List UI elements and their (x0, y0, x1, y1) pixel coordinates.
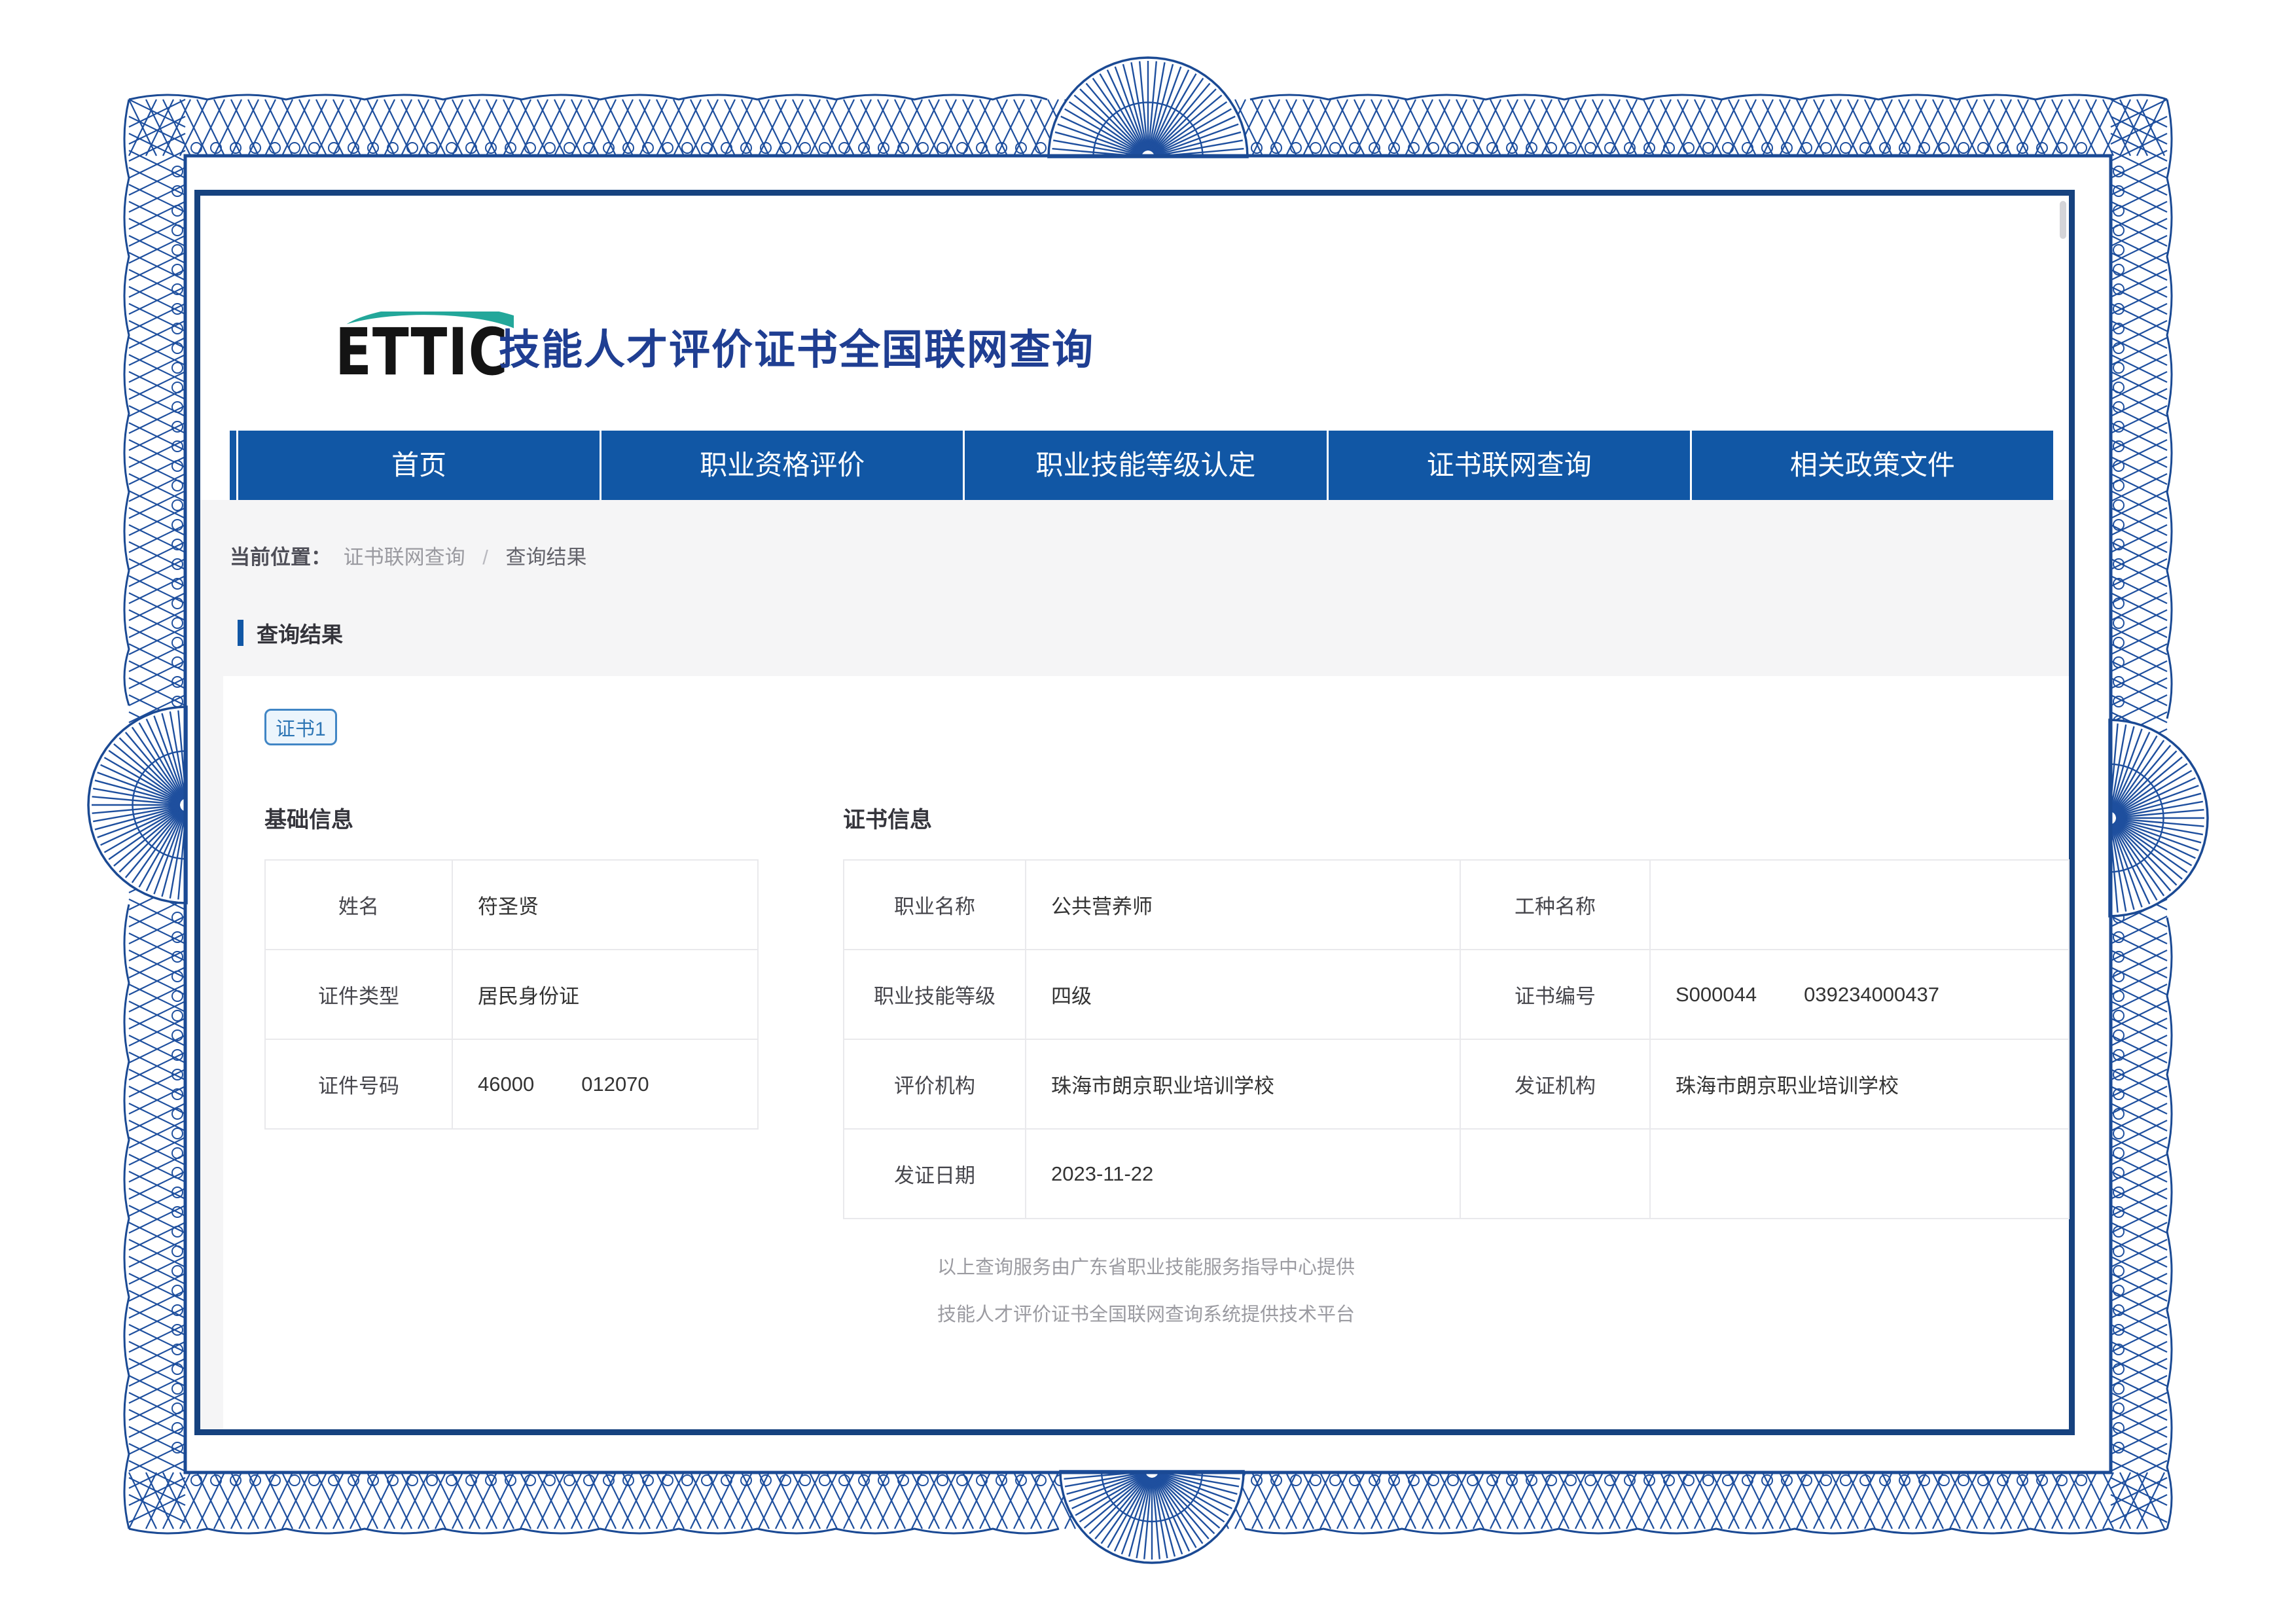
table-row: 评价机构 珠海市朗京职业培训学校 发证机构 珠海市朗京职业培训学校 (844, 1039, 2069, 1129)
value-fragment: 珠海市朗京职业培训学校 (1051, 1075, 1274, 1097)
value-cell: 2023-11-22 (1026, 1129, 1460, 1219)
section-title: 查询结果 (257, 617, 343, 649)
value-cell (1650, 1129, 2069, 1219)
value-cell: 四级 (1026, 950, 1460, 1039)
label-cell: 证件号码 (265, 1039, 452, 1129)
value-cell: S000044 039234000437 (1650, 950, 2069, 1039)
breadcrumb: 当前位置： 证书联网查询 / 查询结果 (230, 541, 587, 570)
basic-info-table: 姓名 符圣贤证件类型 居民身份证证件号码 46000 012070 (264, 859, 759, 1130)
certificate-query-page: ETTIC 技能人才评价证书全国联网查询 首页职业资格评价职业技能等级认定证书联… (0, 0, 2296, 1623)
value-fragment: 012070 (581, 1073, 649, 1096)
section-accent-bar (238, 620, 243, 646)
breadcrumb-separator: / (482, 546, 488, 569)
value-fragment: 珠海市朗京职业培训学校 (1676, 1075, 1899, 1097)
value-fragment: 2023-11-22 (1051, 1162, 1153, 1185)
value-fragment: S000044 (1676, 983, 1757, 1006)
value-fragment: 46000 (478, 1073, 534, 1096)
value-fragment: 居民身份证 (478, 985, 579, 1008)
scrollbar-thumb[interactable] (2060, 201, 2066, 239)
content-frame: ETTIC 技能人才评价证书全国联网查询 首页职业资格评价职业技能等级认定证书联… (194, 190, 2075, 1435)
breadcrumb-prefix: 当前位置： (230, 546, 331, 569)
footer-note-2: 技能人才评价证书全国联网查询系统提供技术平台 (223, 1299, 2069, 1327)
cert-tab-button[interactable]: 证书1 (264, 709, 337, 745)
label-cell: 评价机构 (844, 1039, 1026, 1129)
value-fragment: 039234000437 (1804, 983, 1939, 1006)
label-cell: 姓名 (265, 860, 452, 950)
value-cell: 珠海市朗京职业培训学校 (1026, 1039, 1460, 1129)
nav-item-5[interactable]: 相关政策文件 (1690, 431, 2053, 500)
cert-info-title: 证书信息 (843, 802, 932, 834)
label-cell: 发证日期 (844, 1129, 1026, 1219)
value-cell: 符圣贤 (452, 860, 758, 950)
table-row: 证件类型 居民身份证 (265, 950, 758, 1039)
breadcrumb-current-query-result[interactable]: 查询结果 (506, 546, 587, 569)
result-card: 证书1 基础信息 姓名 符圣贤证件类型 居民身份证证件号码 46000 012070 证… (223, 676, 2069, 1429)
value-fragment: 符圣贤 (478, 895, 539, 918)
main-nav: 首页职业资格评价职业技能等级认定证书联网查询相关政策文件 (230, 431, 2053, 500)
label-cell: 证件类型 (265, 950, 452, 1039)
label-cell: 证书编号 (1460, 950, 1650, 1039)
nav-item-4[interactable]: 证书联网查询 (1327, 431, 1690, 500)
label-cell: 发证机构 (1460, 1039, 1650, 1129)
nav-item-1[interactable]: 首页 (236, 431, 600, 500)
table-row: 证件号码 46000 012070 (265, 1039, 758, 1129)
label-cell: 职业技能等级 (844, 950, 1026, 1039)
label-cell (1460, 1129, 1650, 1219)
section-header: 查询结果 (238, 618, 343, 648)
value-cell: 公共营养师 (1026, 860, 1460, 950)
nav-item-3[interactable]: 职业技能等级认定 (963, 431, 1326, 500)
basic-info-title: 基础信息 (264, 802, 353, 834)
cert-info-table: 职业名称 公共营养师 工种名称职业技能等级 四级 证书编号 S000044 03923400… (843, 859, 2070, 1219)
table-row: 姓名 符圣贤 (265, 860, 758, 950)
footer-note-1: 以上查询服务由广东省职业技能服务指导中心提供 (223, 1252, 2069, 1279)
ettic-logo: ETTIC (288, 308, 514, 393)
value-cell: 居民身份证 (452, 950, 758, 1039)
value-cell (1650, 860, 2069, 950)
logo-text: ETTIC (335, 314, 509, 389)
site-title: 技能人才评价证书全国联网查询 (499, 308, 1094, 393)
value-cell: 珠海市朗京职业培训学校 (1650, 1039, 2069, 1129)
label-cell: 工种名称 (1460, 860, 1650, 950)
table-row: 职业名称 公共营养师 工种名称 (844, 860, 2069, 950)
breadcrumb-link-cert-query[interactable]: 证书联网查询 (344, 546, 465, 569)
nav-item-2[interactable]: 职业资格评价 (600, 431, 963, 500)
value-cell: 46000 012070 (452, 1039, 758, 1129)
value-fragment: 四级 (1051, 985, 1092, 1008)
table-row: 发证日期 2023-11-22 (844, 1129, 2069, 1219)
label-cell: 职业名称 (844, 860, 1026, 950)
value-fragment: 公共营养师 (1051, 895, 1153, 918)
table-row: 职业技能等级 四级 证书编号 S000044 039234000437 (844, 950, 2069, 1039)
